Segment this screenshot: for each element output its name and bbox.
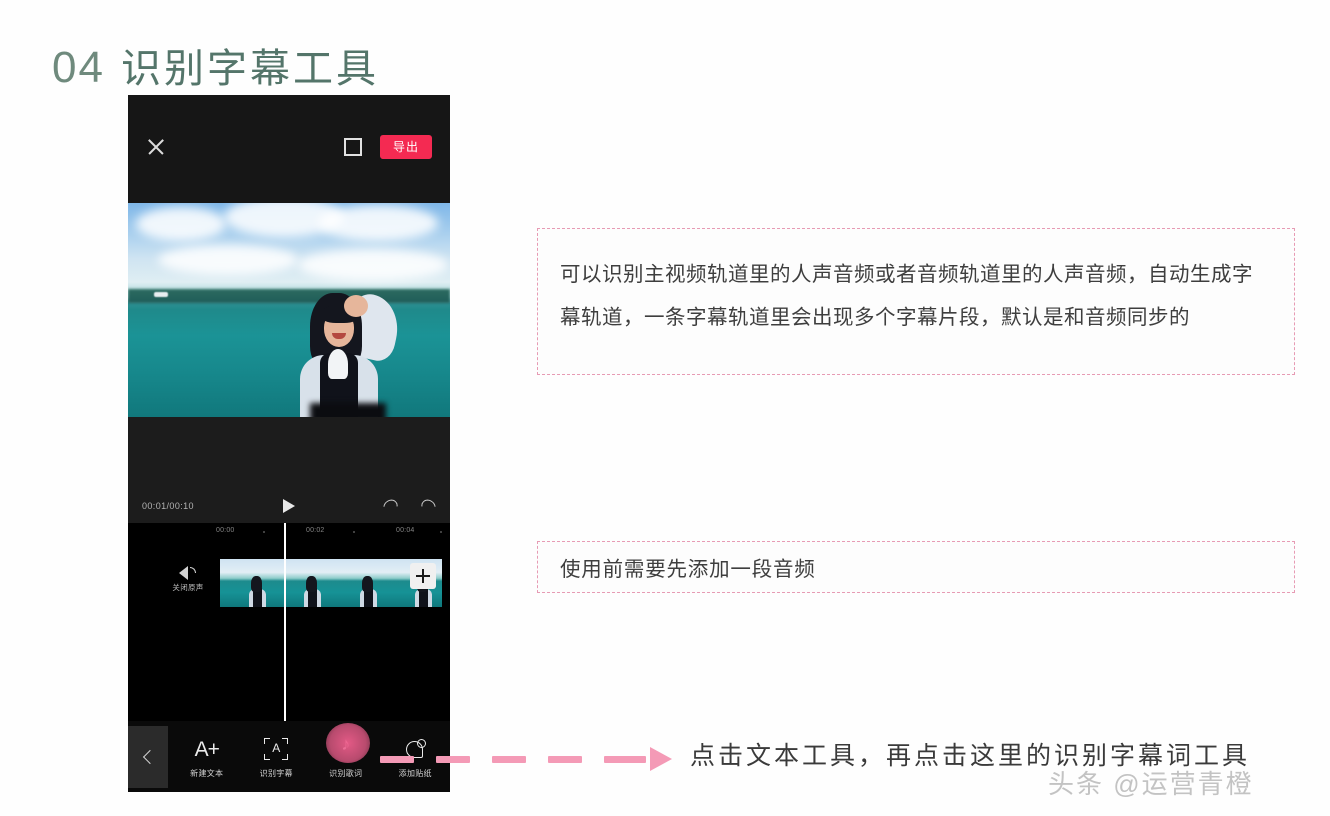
fullscreen-expand-icon[interactable]	[343, 138, 362, 156]
chevron-left-icon	[142, 749, 157, 764]
dashed-right-arrow-icon	[380, 744, 672, 776]
phone-screenshot: 导出 00:01/00:10 00:00 00:02 00:04 关闭原声 A+…	[128, 95, 450, 792]
clip-thumbnail	[331, 559, 387, 607]
music-note-icon	[311, 734, 381, 764]
close-x-icon[interactable]	[146, 137, 166, 157]
toolbar-back-button[interactable]	[128, 725, 168, 788]
a-plus-text-icon: A+	[194, 737, 220, 761]
video-preview-area	[128, 203, 450, 488]
speaker-mute-icon	[179, 563, 197, 580]
boat-shape	[154, 292, 168, 297]
ruler-tick-label: 00:02	[306, 527, 325, 534]
person-subject	[280, 290, 406, 417]
ruler-tick-label: 00:00	[216, 527, 235, 534]
cloud-shape	[298, 249, 448, 281]
undo-arrow-icon[interactable]	[382, 499, 398, 513]
video-frame	[128, 203, 450, 417]
export-button[interactable]: 导出	[379, 135, 432, 159]
toolbar-item-label: 新建文本	[190, 769, 224, 778]
slide-title-text: 识别字幕工具	[120, 47, 379, 91]
playback-control-bar: 00:01/00:10	[128, 488, 450, 523]
playbar-right-group	[382, 499, 436, 513]
page-title: 04 识别字幕工具	[52, 36, 379, 94]
toolbar-item-recognize-lyrics[interactable]: 识别歌词	[311, 734, 381, 779]
ruler-tick-label: 00:04	[396, 527, 415, 534]
cloud-shape	[318, 205, 438, 241]
app-top-bar: 导出	[128, 95, 450, 203]
playhead-top	[284, 523, 286, 541]
watermark: 头条 @运营青橙	[1048, 769, 1254, 799]
mute-original-audio-button[interactable]: 关闭原声	[164, 563, 212, 593]
cloud-shape	[158, 245, 298, 275]
timeline-ruler[interactable]: 00:00 00:02 00:04	[128, 523, 450, 541]
note-box-main: 可以识别主视频轨道里的人声音频或者音频轨道里的人声音频，自动生成字幕轨道，一条字…	[537, 228, 1295, 375]
toolbar-item-label: 识别字幕	[259, 769, 293, 778]
ruler-tick-dot	[440, 531, 442, 533]
timeline-playhead[interactable]	[284, 541, 286, 721]
add-clip-button[interactable]	[410, 563, 436, 589]
note-box-sub: 使用前需要先添加一段音频	[537, 541, 1295, 593]
cloud-shape	[136, 207, 226, 241]
bracket-a-subtitle-icon: A	[242, 734, 312, 764]
toolbar-item-label: 识别歌词	[329, 769, 363, 778]
timeline-track-area[interactable]: 关闭原声	[128, 541, 450, 721]
slide-number: 04	[52, 43, 105, 92]
ruler-tick-dot	[353, 531, 355, 533]
toolbar-item-new-text[interactable]: A+ 新建文本	[172, 734, 242, 779]
clip-thumbnail	[220, 559, 276, 607]
time-display: 00:01/00:10	[142, 500, 194, 511]
play-triangle-icon[interactable]	[283, 498, 295, 513]
video-clip-strip[interactable]	[220, 559, 442, 607]
toolbar-item-recognize-subtitle[interactable]: A 识别字幕	[242, 734, 312, 779]
redo-arrow-icon[interactable]	[420, 499, 436, 513]
mute-label: 关闭原声	[172, 583, 204, 592]
ruler-tick-dot	[263, 531, 265, 533]
